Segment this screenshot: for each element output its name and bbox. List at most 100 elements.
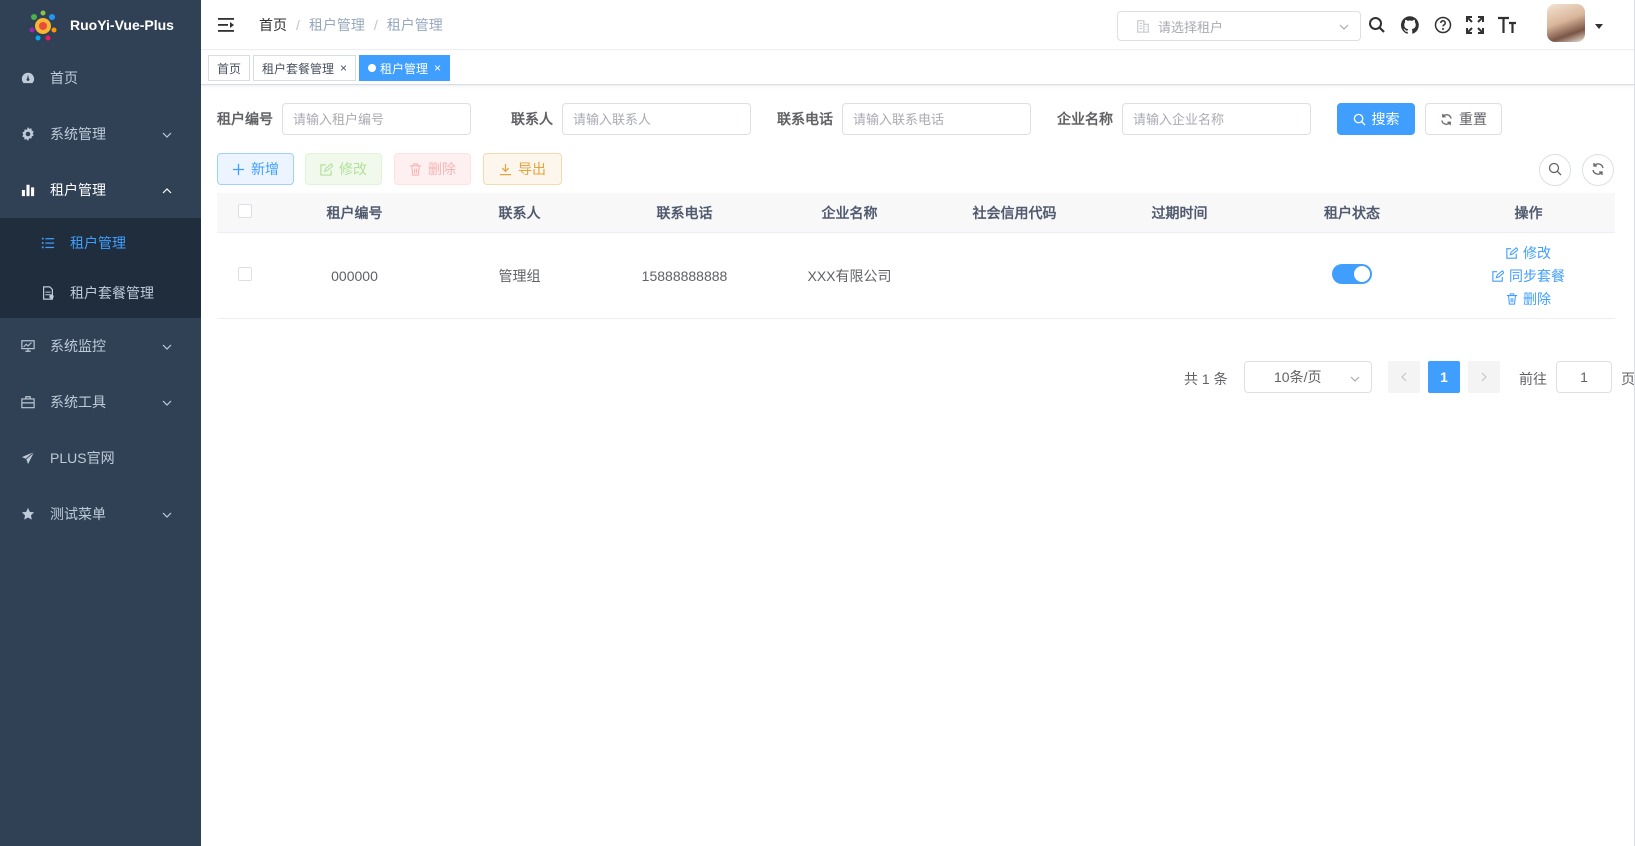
row-checkbox[interactable]: [237, 267, 252, 281]
column-header: 操作: [1514, 204, 1543, 221]
select-all-checkbox[interactable]: [237, 204, 252, 218]
row-sync-label: 同步套餐: [1509, 267, 1565, 284]
tag-label: 首页: [217, 61, 242, 76]
row-sync-package-link[interactable]: 同步套餐: [1442, 264, 1615, 287]
main-area: 首页 / 租户管理 / 租户管理 请选择租户 首页 租户套餐管理 × 租户管理 …: [201, 0, 1635, 846]
contact-input[interactable]: [562, 103, 751, 135]
dashboard-icon: [20, 70, 36, 86]
edit-icon: [320, 162, 333, 176]
company-input[interactable]: [1122, 103, 1311, 135]
breadcrumb-separator: /: [373, 17, 378, 33]
bar-chart-icon: [20, 182, 36, 198]
tag-tenant-package[interactable]: 租户套餐管理 ×: [253, 55, 357, 81]
tenant-table: 租户编号 联系人 联系电话 企业名称 社会信用代码 过期时间 租户状态 操作 0…: [217, 193, 1615, 319]
page-size-select[interactable]: 10条/页: [1244, 361, 1372, 393]
goto-page-input[interactable]: 1: [1556, 361, 1612, 393]
sidebar-item-home[interactable]: 首页: [0, 50, 201, 106]
breadcrumb-item-home[interactable]: 首页: [259, 15, 287, 35]
sidebar-subitem-label: 租户管理: [70, 235, 126, 251]
edit-button[interactable]: 修改: [305, 153, 382, 185]
breadcrumb-item: 租户管理: [308, 17, 365, 33]
cell-actions: 修改 同步套餐 删除: [1442, 241, 1615, 310]
sidebar-item-system[interactable]: 系统管理: [0, 106, 201, 162]
chevron-down-icon: [161, 508, 173, 520]
column-header: 联系人: [498, 204, 541, 221]
edit-icon: [1492, 269, 1504, 282]
refresh-icon: [1440, 113, 1453, 126]
add-button[interactable]: 新增: [217, 153, 294, 185]
close-icon[interactable]: ×: [340, 62, 347, 74]
sidebar-item-label: 首页: [50, 70, 78, 86]
tenant-select[interactable]: 请选择租户: [1117, 11, 1361, 41]
paper-plane-icon: [20, 450, 36, 466]
toggle-search-button[interactable]: [1539, 154, 1571, 186]
search-icon[interactable]: [1367, 15, 1387, 35]
tags-view: 首页 租户套餐管理 × 租户管理 ×: [201, 51, 1635, 85]
chevron-up-icon: [161, 184, 173, 196]
delete-button[interactable]: 删除: [394, 153, 471, 185]
field-label-contact: 联系人: [511, 111, 553, 127]
active-dot-icon: [368, 64, 376, 72]
sidebar-item-plus-site[interactable]: PLUS官网: [0, 430, 201, 486]
logo-icon: [26, 8, 60, 42]
hamburger-icon[interactable]: [217, 16, 235, 34]
page-unit-label: 页: [1621, 371, 1635, 387]
sidebar-item-tenant[interactable]: 租户管理: [0, 162, 201, 218]
column-header: 过期时间: [1151, 204, 1208, 221]
tenant-id-input[interactable]: [282, 103, 471, 135]
column-header: 企业名称: [821, 204, 878, 221]
switch-knob: [1354, 266, 1370, 282]
refresh-table-button[interactable]: [1582, 154, 1614, 186]
next-page-button[interactable]: [1468, 361, 1500, 393]
tenant-submenu: 租户管理 租户套餐管理: [0, 218, 201, 318]
reset-button[interactable]: 重置: [1425, 103, 1502, 135]
search-icon: [1353, 113, 1366, 126]
sidebar-item-label: 租户管理: [50, 182, 106, 198]
sidebar-item-label: 测试菜单: [50, 506, 106, 522]
cell-tenant-id: 000000: [331, 267, 378, 284]
sidebar-item-monitor[interactable]: 系统监控: [0, 318, 201, 374]
sidebar-item-label: 系统管理: [50, 126, 106, 142]
github-icon[interactable]: [1400, 15, 1420, 35]
chevron-down-icon: [1349, 372, 1361, 384]
breadcrumb-separator: /: [296, 17, 300, 33]
sidebar-item-tools[interactable]: 系统工具: [0, 374, 201, 430]
delete-button-label: 删除: [428, 161, 456, 177]
tenant-select-placeholder: 请选择租户: [1158, 19, 1224, 35]
export-button-label: 导出: [518, 161, 546, 177]
column-header: 租户编号: [326, 204, 383, 221]
search-button[interactable]: 搜索: [1337, 103, 1415, 135]
tag-home[interactable]: 首页: [208, 55, 251, 81]
sidebar-item-test-menu[interactable]: 测试菜单: [0, 486, 201, 542]
export-button[interactable]: 导出: [483, 153, 562, 185]
sidebar-subitem-tenant-package[interactable]: 租户套餐管理: [0, 268, 201, 318]
tag-tenant-manage[interactable]: 租户管理 ×: [359, 55, 451, 81]
status-switch[interactable]: [1332, 264, 1372, 284]
avatar[interactable]: [1547, 4, 1585, 42]
sidebar-item-label: 系统监控: [50, 338, 106, 354]
row-delete-link[interactable]: 删除: [1442, 287, 1615, 310]
row-edit-link[interactable]: 修改: [1442, 241, 1615, 264]
document-icon: [40, 285, 56, 301]
question-circle-icon[interactable]: [1433, 15, 1453, 35]
table-row: 000000 管理组 15888888888 XXX有限公司 修改 同步套餐 删…: [217, 233, 1615, 319]
page-number-button[interactable]: 1: [1428, 361, 1460, 393]
fullscreen-icon[interactable]: [1465, 15, 1485, 35]
sidebar-subitem-tenant-manage[interactable]: 租户管理: [0, 218, 201, 268]
prev-page-button[interactable]: [1388, 361, 1420, 393]
close-icon[interactable]: ×: [434, 62, 441, 74]
chevron-down-icon: [1338, 21, 1350, 33]
navbar: 首页 / 租户管理 / 租户管理 请选择租户: [201, 0, 1635, 50]
sidebar: RuoYi-Vue-Plus 首页 系统管理 租户管理 租户管理 租户套餐管理 …: [0, 0, 201, 846]
search-form: 租户编号 联系人 联系电话 企业名称 搜索 重置: [217, 103, 1617, 135]
reset-button-label: 重置: [1459, 111, 1487, 127]
trash-icon: [409, 162, 422, 176]
phone-input[interactable]: [842, 103, 1031, 135]
tag-label: 租户管理: [380, 61, 429, 76]
search-icon: [1548, 162, 1562, 179]
chevron-down-icon: [161, 396, 173, 408]
font-size-icon[interactable]: [1497, 15, 1517, 35]
caret-down-icon[interactable]: [1595, 24, 1603, 29]
cell-contact: 管理组: [498, 267, 541, 284]
logo[interactable]: RuoYi-Vue-Plus: [0, 0, 201, 50]
